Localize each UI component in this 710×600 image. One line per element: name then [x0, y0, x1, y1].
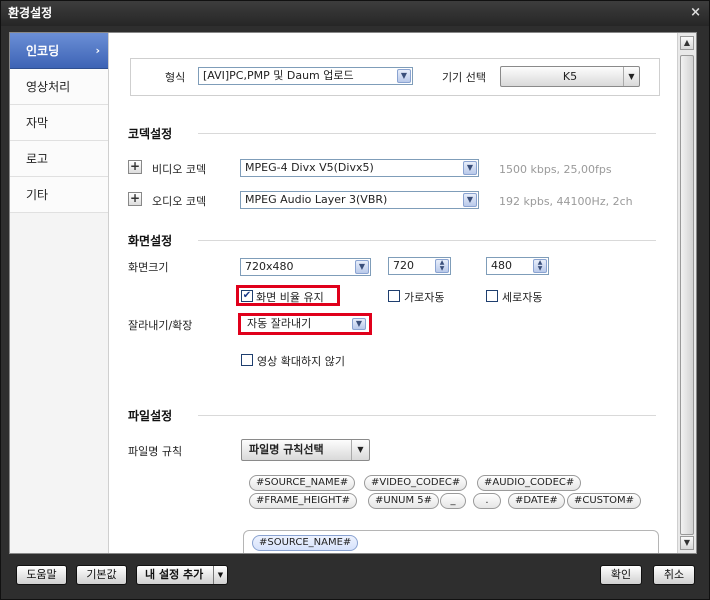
- screen-size-select[interactable]: 720x480 ▼: [240, 258, 371, 276]
- sidebar-item-label: 기타: [26, 188, 49, 202]
- help-label: 도움말: [26, 568, 57, 581]
- tag-video-codec[interactable]: #VIDEO_CODEC#: [364, 475, 468, 491]
- sidebar-item-etc[interactable]: 기타: [10, 177, 108, 213]
- sidebar-item-subtitle[interactable]: 자막: [10, 105, 108, 141]
- height-value: 480: [491, 259, 512, 272]
- no-zoom-checkbox[interactable]: [241, 354, 253, 366]
- sidebar-item-label: 영상처리: [26, 80, 71, 94]
- sidebar-item-label: 로고: [26, 152, 49, 166]
- format-label: 형식: [165, 71, 186, 84]
- sidebar-item-label: 인코딩: [26, 44, 60, 58]
- spin-down-icon: ▼: [439, 265, 445, 272]
- screen-size-label: 화면크기: [128, 261, 169, 274]
- tag-date[interactable]: #DATE#: [508, 493, 565, 509]
- device-value: K5: [562, 70, 578, 83]
- screen-divider: [198, 240, 656, 241]
- width-value: 720: [393, 259, 414, 272]
- codec-section-title: 코덱설정: [128, 127, 173, 141]
- chevron-down-icon: ▼: [352, 318, 366, 330]
- auto-width-label: 가로자동: [404, 291, 445, 304]
- scroll-down-icon[interactable]: ▼: [680, 536, 694, 550]
- chevron-down-icon: ▼: [397, 69, 411, 83]
- ok-button[interactable]: 확인: [600, 565, 642, 585]
- add-my-setting-button[interactable]: 내 설정 추가 ▼: [136, 565, 228, 585]
- tag-source-name[interactable]: #SOURCE_NAME#: [249, 475, 356, 491]
- device-label: 기기 선택: [442, 71, 486, 84]
- keep-ratio-label: 화면 비율 유지: [256, 291, 324, 304]
- tag-custom[interactable]: #CUSTOM#: [567, 493, 642, 509]
- window-title: 환경설정: [8, 6, 53, 20]
- chevron-down-icon: ▼: [351, 440, 369, 460]
- settings-window: 환경설정 × 인코딩 › 영상처리 자막 로고 기타 형식 [AVI]PC,PM…: [0, 0, 710, 600]
- title-bar: 환경설정 ×: [1, 1, 709, 26]
- tag-dot[interactable]: .: [473, 493, 501, 509]
- audio-codec-label: 오디오 코덱: [152, 195, 207, 208]
- height-stepper[interactable]: 480 ▲ ▼: [486, 257, 549, 275]
- default-button[interactable]: 기본값: [76, 565, 127, 585]
- format-value: [AVI]PC,PMP 및 Daum 업로드: [203, 69, 354, 82]
- sidebar-item-video-processing[interactable]: 영상처리: [10, 69, 108, 105]
- crop-value: 자동 잘라내기: [247, 317, 312, 330]
- expand-video-codec-button[interactable]: +: [128, 160, 142, 174]
- spin-down-icon: ▼: [537, 265, 543, 272]
- spin-arrows-icon: ▲ ▼: [533, 259, 547, 273]
- tag-audio-codec[interactable]: #AUDIO_CODEC#: [477, 475, 582, 491]
- no-zoom-label: 영상 확대하지 않기: [257, 355, 345, 368]
- close-icon[interactable]: ×: [690, 1, 701, 25]
- preview-tag-source-name[interactable]: #SOURCE_NAME#: [252, 535, 359, 551]
- video-codec-value: MPEG-4 Divx V5(Divx5): [245, 161, 374, 174]
- screen-section-title: 화면설정: [128, 234, 173, 248]
- tag-unum[interactable]: #UNUM 5#: [368, 493, 440, 509]
- auto-height-checkbox[interactable]: [486, 290, 498, 302]
- filename-rule-label: 파일명 규칙: [128, 445, 183, 458]
- scroll-up-icon[interactable]: ▲: [680, 36, 694, 50]
- filename-rule-label-text: 파일명 규칙선택: [249, 443, 324, 456]
- cancel-label: 취소: [663, 568, 685, 581]
- content-panel: 형식 [AVI]PC,PMP 및 Daum 업로드 ▼ 기기 선택 K5 ▼ 코…: [110, 33, 677, 553]
- video-codec-select[interactable]: MPEG-4 Divx V5(Divx5) ▼: [240, 159, 479, 177]
- keep-ratio-checkbox[interactable]: ✔: [241, 290, 253, 302]
- vertical-scrollbar[interactable]: ▲ ▼: [677, 33, 696, 553]
- audio-codec-hint: 192 kpbs, 44100Hz, 2ch: [499, 195, 633, 208]
- audio-codec-value: MPEG Audio Layer 3(VBR): [245, 193, 388, 206]
- chevron-down-icon: ▼: [463, 193, 477, 207]
- help-button[interactable]: 도움말: [16, 565, 67, 585]
- scroll-thumb[interactable]: [680, 55, 694, 535]
- format-select[interactable]: [AVI]PC,PMP 및 Daum 업로드 ▼: [198, 67, 413, 85]
- expand-audio-codec-button[interactable]: +: [128, 192, 142, 206]
- codec-divider: [198, 133, 656, 134]
- device-select[interactable]: K5 ▼: [500, 66, 640, 87]
- cancel-button[interactable]: 취소: [653, 565, 695, 585]
- settings-frame: 인코딩 › 영상처리 자막 로고 기타 형식 [AVI]PC,PMP 및 Dau…: [9, 32, 697, 554]
- filename-rule-button[interactable]: 파일명 규칙선택 ▼: [241, 439, 370, 461]
- ok-label: 확인: [610, 568, 632, 581]
- sidebar-item-label: 자막: [26, 116, 49, 130]
- sidebar: 인코딩 › 영상처리 자막 로고 기타: [10, 33, 109, 553]
- spin-arrows-icon: ▲ ▼: [435, 259, 449, 273]
- width-stepper[interactable]: 720 ▲ ▼: [388, 257, 451, 275]
- chevron-down-icon: ▼: [213, 566, 227, 584]
- screen-size-value: 720x480: [245, 260, 294, 273]
- file-section-title: 파일설정: [128, 409, 173, 423]
- chevron-right-icon: ›: [95, 44, 100, 57]
- tag-underscore[interactable]: _: [440, 493, 466, 509]
- chevron-down-icon: ▼: [355, 260, 369, 274]
- default-label: 기본값: [86, 568, 117, 581]
- tag-frame-height[interactable]: #FRAME_HEIGHT#: [249, 493, 358, 509]
- video-codec-label: 비디오 코덱: [152, 163, 207, 176]
- file-divider: [198, 415, 656, 416]
- crop-select[interactable]: 자동 잘라내기 ▼: [243, 317, 367, 332]
- auto-height-label: 세로자동: [502, 291, 543, 304]
- crop-label: 잘라내기/확장: [128, 319, 193, 332]
- chevron-down-icon: ▼: [463, 161, 477, 175]
- filename-preview-field[interactable]: #SOURCE_NAME#: [243, 530, 659, 553]
- video-codec-hint: 1500 kbps, 25,00fps: [499, 163, 612, 176]
- sidebar-item-encoding[interactable]: 인코딩 ›: [10, 33, 108, 69]
- auto-width-checkbox[interactable]: [388, 290, 400, 302]
- audio-codec-select[interactable]: MPEG Audio Layer 3(VBR) ▼: [240, 191, 479, 209]
- chevron-down-icon: ▼: [623, 67, 639, 86]
- add-my-setting-label: 내 설정 추가: [145, 568, 204, 581]
- sidebar-item-logo[interactable]: 로고: [10, 141, 108, 177]
